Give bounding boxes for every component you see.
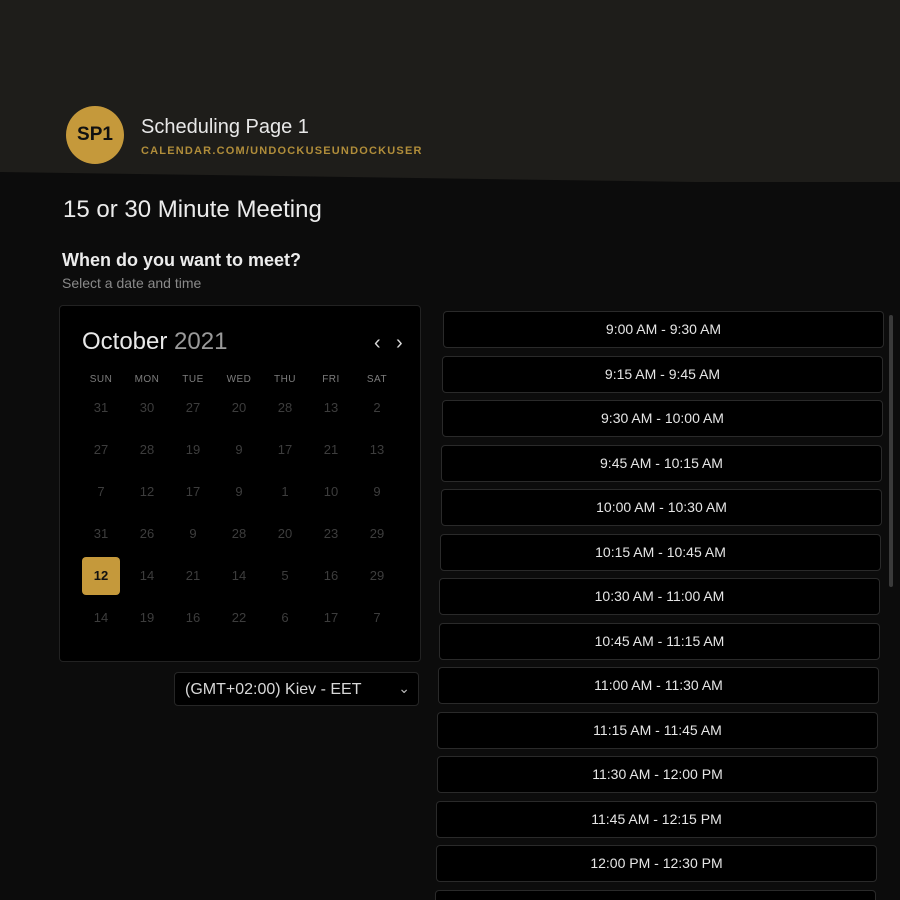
calendar-day[interactable]: 14 — [128, 557, 166, 595]
time-slot-button[interactable]: 11:45 AM - 12:15 PM — [436, 800, 877, 838]
weekday-label: SUN — [89, 374, 113, 385]
time-slot-button[interactable]: 10:30 AM - 11:00 AM — [439, 578, 880, 615]
calendar-day[interactable]: 9 — [220, 431, 258, 469]
calendar-day[interactable]: 19 — [174, 431, 212, 469]
calendar-day[interactable]: 14 — [220, 557, 258, 595]
weekday-label: WED — [226, 374, 252, 385]
calendar-day[interactable]: 27 — [174, 389, 212, 427]
weekday-label: FRI — [322, 374, 340, 385]
time-slot-button[interactable]: 9:00 AM - 9:30 AM — [443, 311, 884, 348]
meeting-title: 15 or 30 Minute Meeting — [63, 196, 322, 223]
weekday-label: TUE — [182, 374, 204, 385]
calendar-day[interactable]: 30 — [128, 389, 166, 427]
calendar-day[interactable]: 21 — [312, 431, 350, 469]
calendar-day[interactable]: 17 — [174, 473, 212, 511]
time-slot-button[interactable] — [435, 889, 876, 900]
calendar-day[interactable]: 12 — [128, 473, 166, 511]
calendar-day[interactable]: 23 — [312, 515, 350, 553]
calendar-day[interactable]: 20 — [266, 515, 304, 553]
calendar-day[interactable]: 14 — [82, 599, 120, 637]
weekday-label: THU — [273, 374, 297, 385]
calendar-day[interactable]: 9 — [174, 515, 212, 553]
calendar-day[interactable]: 17 — [266, 431, 304, 469]
chevron-down-icon: ⌄ — [398, 680, 410, 696]
weekday-label: SAT — [366, 374, 388, 385]
calendar-day[interactable]: 9 — [220, 473, 258, 511]
calendar-day[interactable]: 20 — [220, 389, 258, 427]
calendar-day[interactable]: 19 — [128, 599, 166, 637]
calendar-day[interactable]: 28 — [220, 515, 258, 553]
slot-list-scrollbar[interactable] — [889, 315, 893, 587]
calendar-day[interactable]: 31 — [82, 389, 120, 427]
calendar-day[interactable]: 28 — [266, 389, 304, 427]
calendar-day[interactable]: 7 — [82, 473, 120, 511]
time-slot-button[interactable]: 9:45 AM - 10:15 AM — [441, 444, 882, 482]
calendar-day[interactable]: 29 — [358, 557, 396, 595]
time-slot-button[interactable]: 10:15 AM - 10:45 AM — [440, 533, 881, 571]
calendar-day[interactable]: 2 — [358, 389, 396, 427]
time-slot-button[interactable]: 9:15 AM - 9:45 AM — [442, 355, 883, 393]
timezone-select[interactable]: (GMT+02:00) Kiev - EET ⌄ — [174, 672, 419, 706]
time-slot-button[interactable]: 11:00 AM - 11:30 AM — [438, 667, 879, 704]
avatar: SP1 — [66, 106, 124, 164]
weekday-label: MON — [134, 374, 160, 385]
date-picker-calendar: October 2021 ‹ › SUN MON TUE WED THU FRI SAT 31… — [59, 305, 421, 662]
calendar-day[interactable]: 17 — [312, 599, 350, 637]
calendar-day[interactable]: 28 — [128, 431, 166, 469]
time-slot-button[interactable]: 11:15 AM - 11:45 AM — [437, 711, 878, 749]
date-time-heading: When do you want to meet? — [62, 250, 301, 270]
calendar-day[interactable]: 10 — [312, 473, 350, 511]
calendar-day[interactable]: 16 — [312, 557, 350, 595]
page-header — [0, 0, 900, 182]
calendar-day[interactable]: 21 — [174, 557, 212, 595]
time-slot-button[interactable]: 12:00 PM - 12:30 PM — [436, 845, 877, 882]
calendar-day[interactable]: 9 — [358, 473, 396, 511]
scheduling-page-name: Scheduling Page 1 — [141, 116, 309, 138]
calendar-day[interactable]: 5 — [266, 557, 304, 595]
date-time-subheading: Select a date and time — [62, 275, 202, 291]
calendar-day[interactable]: 1 — [266, 473, 304, 511]
timezone-label: (GMT+02:00) Kiev - EET — [185, 681, 362, 698]
calendar-day[interactable]: 16 — [174, 599, 212, 637]
chevron-right-icon[interactable]: › — [396, 332, 403, 355]
calendar-day[interactable]: 12 — [82, 557, 120, 595]
time-slot-button[interactable]: 10:00 AM - 10:30 AM — [441, 489, 882, 526]
scheduling-page-url[interactable]: CALENDAR.COM/UNDOCKUSEUNDOCKUSER — [141, 145, 423, 157]
calendar-day[interactable]: 26 — [128, 515, 166, 553]
calendar-day[interactable]: 27 — [82, 431, 120, 469]
calendar-day[interactable]: 13 — [312, 389, 350, 427]
calendar-day[interactable]: 22 — [220, 599, 258, 637]
calendar-day[interactable]: 29 — [358, 515, 396, 553]
calendar-day[interactable]: 13 — [358, 431, 396, 469]
calendar-month-label: October 2021 — [82, 328, 227, 356]
time-slot-button[interactable]: 11:30 AM - 12:00 PM — [437, 756, 878, 793]
year-name: 2021 — [174, 328, 228, 355]
month-name: October — [82, 328, 168, 355]
calendar-day[interactable]: 6 — [266, 599, 304, 637]
time-slot-button[interactable]: 9:30 AM - 10:00 AM — [442, 400, 883, 437]
calendar-day[interactable]: 7 — [358, 599, 396, 637]
calendar-day[interactable]: 31 — [82, 515, 120, 553]
time-slot-button[interactable]: 10:45 AM - 11:15 AM — [439, 622, 880, 660]
chevron-left-icon[interactable]: ‹ — [374, 332, 381, 355]
